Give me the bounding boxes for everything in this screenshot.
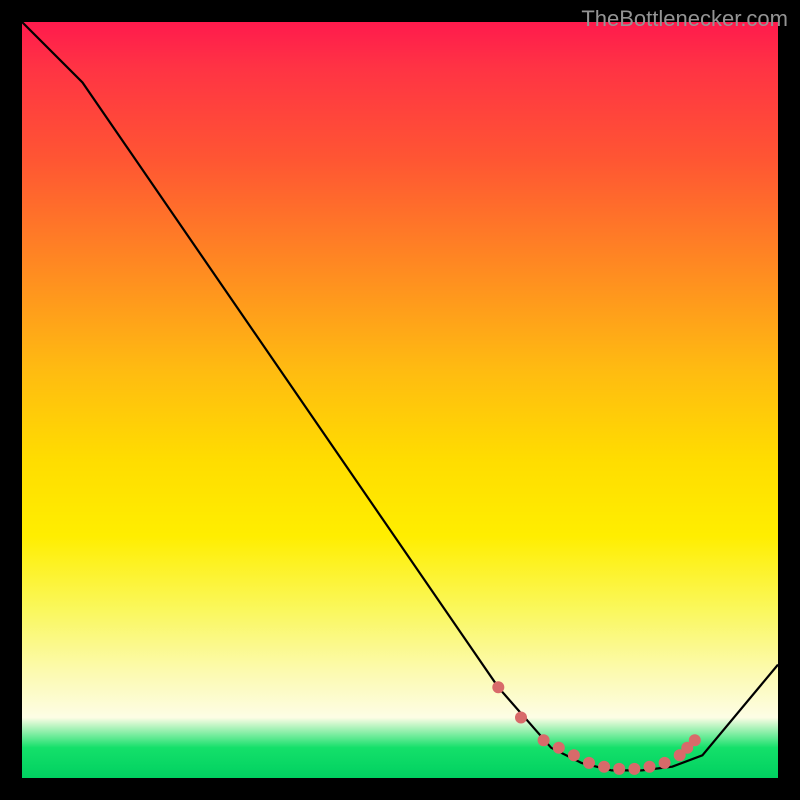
highlight-dot bbox=[492, 681, 504, 693]
highlight-dot bbox=[659, 757, 671, 769]
highlight-dot bbox=[583, 757, 595, 769]
attribution-text: TheBottlenecker.com bbox=[581, 6, 788, 32]
chart-overlay bbox=[22, 22, 778, 778]
highlight-dot bbox=[598, 761, 610, 773]
highlight-dot bbox=[613, 763, 625, 775]
highlight-dot bbox=[568, 749, 580, 761]
bottleneck-curve bbox=[22, 22, 778, 770]
highlight-dot bbox=[553, 742, 565, 754]
highlight-dots bbox=[492, 681, 701, 775]
highlight-dot bbox=[628, 763, 640, 775]
highlight-dot bbox=[515, 712, 527, 724]
highlight-dot bbox=[538, 734, 550, 746]
highlight-dot bbox=[689, 734, 701, 746]
highlight-dot bbox=[644, 761, 656, 773]
